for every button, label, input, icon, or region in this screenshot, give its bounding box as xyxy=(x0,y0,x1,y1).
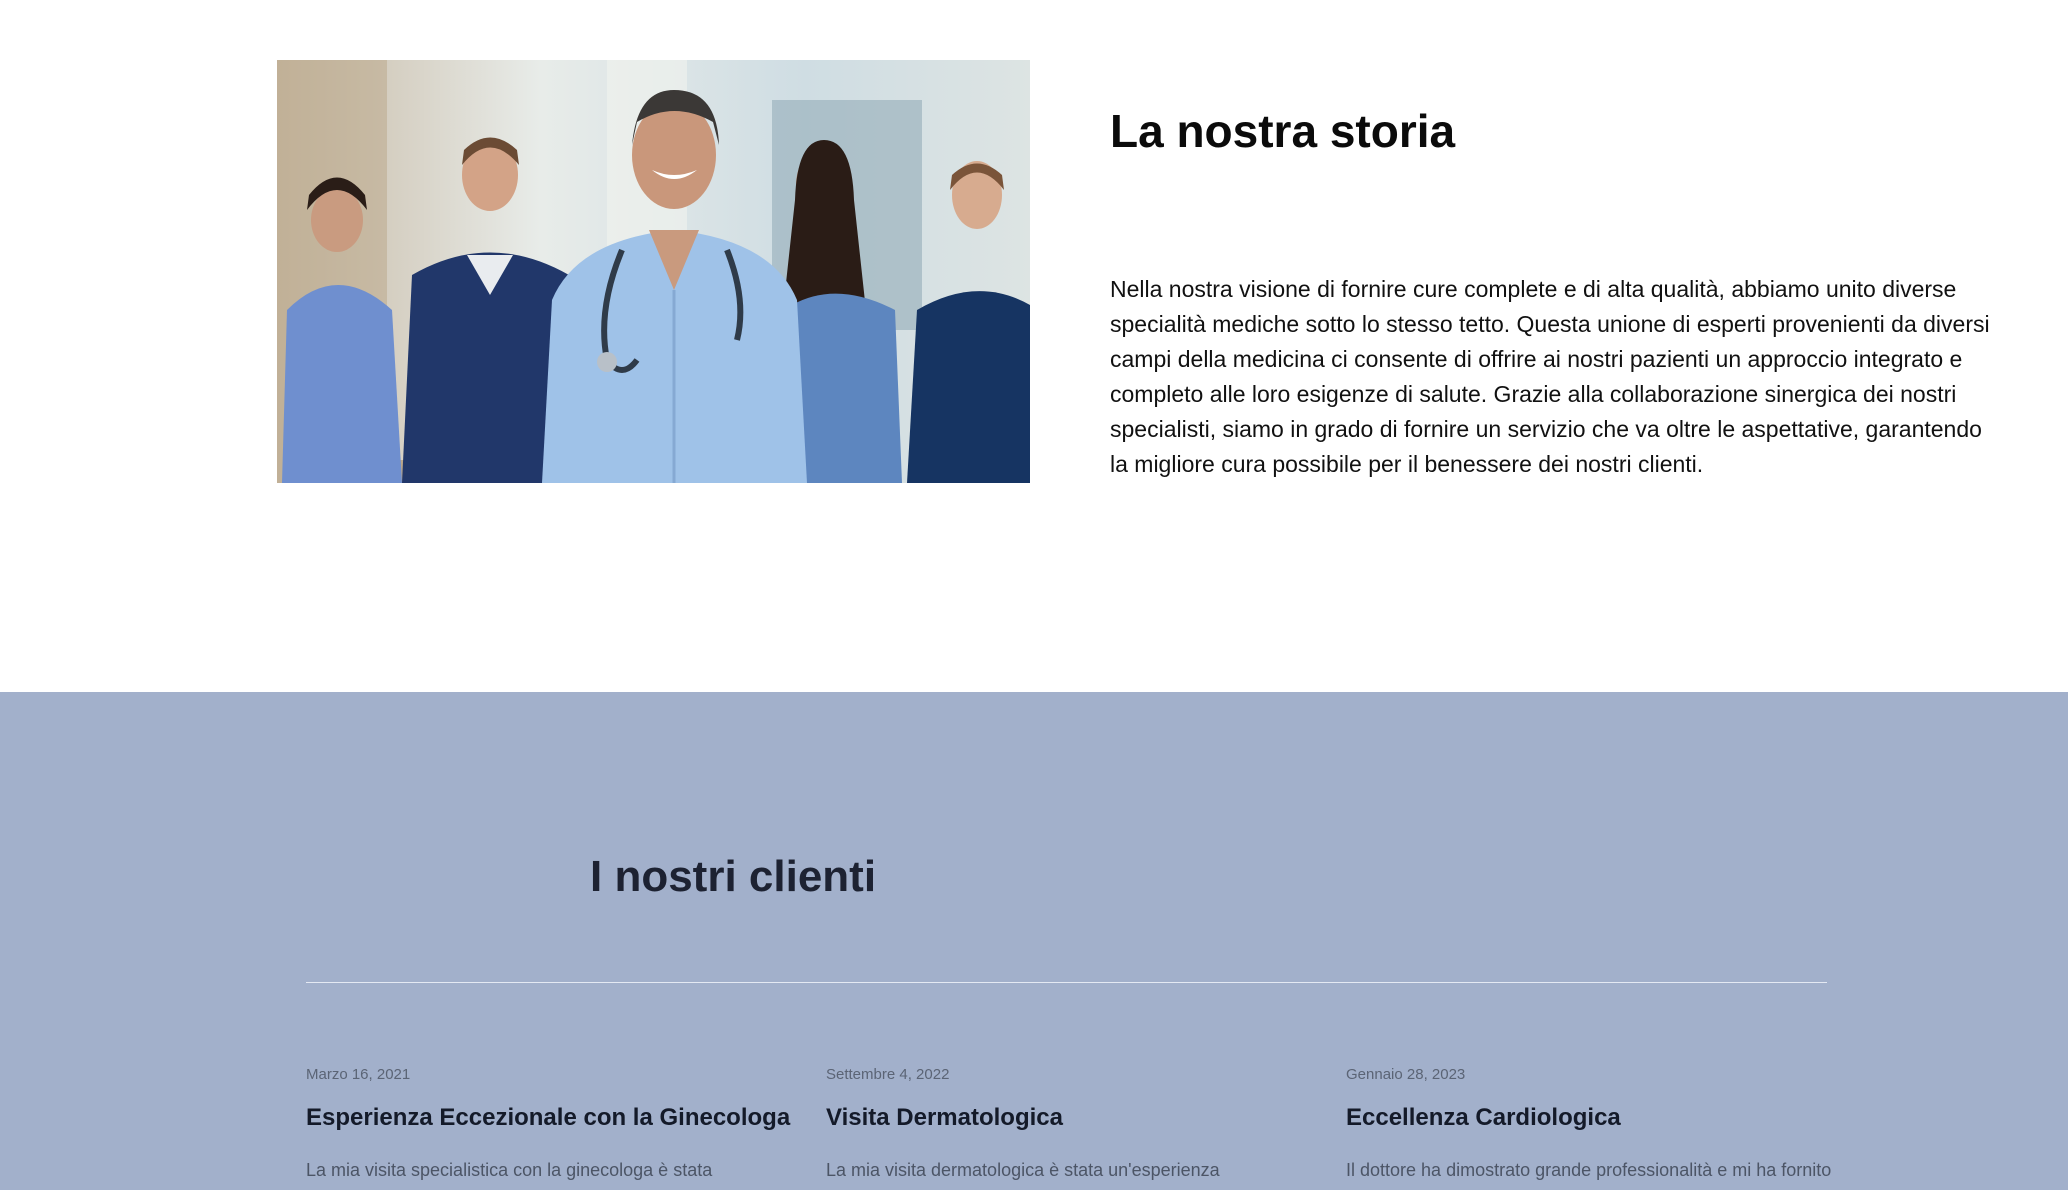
review-date: Settembre 4, 2022 xyxy=(826,1066,950,1083)
about-description: Nella nostra visione di fornire cure com… xyxy=(1110,276,1990,477)
review-title-link[interactable]: Eccellenza Cardiologica xyxy=(1346,1104,1826,1132)
review-excerpt: Il dottore ha dimostrato grande professi… xyxy=(1346,1160,1832,1180)
review-card[interactable]: Gennaio 28, 2023 Eccellenza Cardiologica… xyxy=(1346,1066,1832,1181)
review-excerpt: La mia visita specialistica con la ginec… xyxy=(306,1160,713,1180)
clients-title: I nostri clienti xyxy=(590,852,877,901)
clients-section: I nostri clienti Marzo 16, 2021 Esperien… xyxy=(0,692,2068,1190)
team-photo-illustration xyxy=(277,60,1030,483)
about-section: La nostra storia Nella nostra visione di… xyxy=(0,0,2068,692)
review-card[interactable]: Marzo 16, 2021 Esperienza Eccezionale co… xyxy=(306,1066,790,1181)
about-title: La nostra storia xyxy=(1110,105,1456,157)
review-title-link[interactable]: Esperienza Eccezionale con la Ginecologa xyxy=(306,1104,790,1132)
review-title-link[interactable]: Visita Dermatologica xyxy=(826,1104,1306,1132)
section-divider xyxy=(306,982,1827,983)
review-date: Gennaio 28, 2023 xyxy=(1346,1066,1466,1083)
review-card[interactable]: Settembre 4, 2022 Visita Dermatologica L… xyxy=(826,1066,1306,1181)
review-date: Marzo 16, 2021 xyxy=(306,1066,411,1083)
team-photo xyxy=(277,60,1030,483)
review-excerpt: La mia visita dermatologica è stata un'e… xyxy=(826,1160,1220,1180)
